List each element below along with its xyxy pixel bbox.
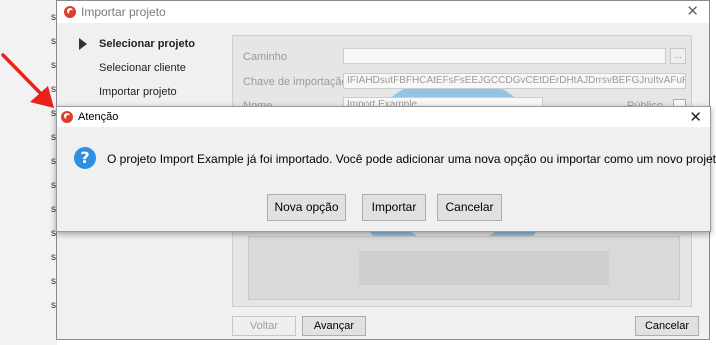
attention-dialog: Atenção ✕ ? O projeto Import Example já … bbox=[56, 106, 716, 232]
window-title: Importar projeto bbox=[81, 5, 166, 19]
app-logo-icon bbox=[64, 6, 76, 18]
import-button[interactable]: Importar bbox=[362, 194, 426, 221]
new-option-button[interactable]: Nova opção bbox=[267, 194, 346, 221]
back-button[interactable]: Voltar bbox=[232, 316, 296, 336]
dialog-message: O projeto Import Example já foi importad… bbox=[107, 152, 716, 166]
question-icon: ? bbox=[74, 147, 96, 169]
preview-drawing bbox=[359, 251, 609, 285]
project-preview-image bbox=[248, 236, 680, 300]
step-label: Importar projeto bbox=[99, 86, 177, 98]
import-key-label: Chave de importação bbox=[243, 76, 348, 88]
wizard-cancel-button[interactable]: Cancelar bbox=[635, 316, 699, 336]
current-step-arrow-icon bbox=[79, 38, 87, 50]
dialog-titlebar: Atenção ✕ bbox=[57, 107, 710, 127]
dialog-title: Atenção bbox=[78, 111, 119, 123]
close-icon[interactable]: ✕ bbox=[686, 2, 699, 20]
dialog-cancel-button[interactable]: Cancelar bbox=[437, 194, 502, 221]
path-field[interactable] bbox=[343, 48, 666, 64]
browse-button[interactable]: ... bbox=[670, 48, 686, 64]
path-label: Caminho bbox=[243, 51, 288, 63]
step-select-project[interactable]: Selecionar projeto bbox=[77, 37, 195, 61]
app-logo-icon bbox=[61, 111, 73, 123]
next-button[interactable]: Avançar bbox=[302, 316, 366, 336]
step-select-client[interactable]: Selecionar cliente bbox=[77, 61, 195, 85]
close-icon[interactable]: ✕ bbox=[689, 108, 702, 126]
step-label: Selecionar cliente bbox=[99, 62, 186, 74]
step-label: Selecionar projeto bbox=[99, 38, 195, 50]
import-key-field[interactable]: IFIAHDsutFBFHCAtEFsFsEEJGCCDGvCEtDErDHtA… bbox=[343, 73, 686, 89]
annotation-arrow-icon bbox=[1, 53, 54, 108]
window-titlebar: Importar projeto ✕ bbox=[57, 1, 709, 23]
wizard-steps: Selecionar projeto Selecionar cliente Im… bbox=[77, 37, 195, 109]
